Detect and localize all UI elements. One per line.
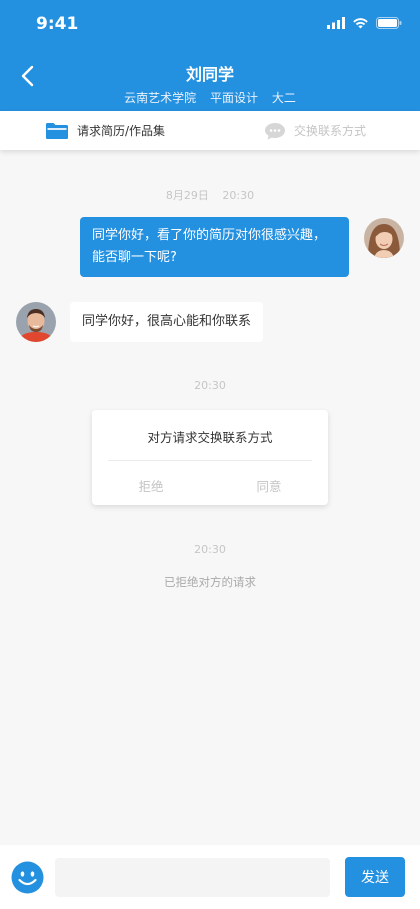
contact-major: 平面设计 <box>209 91 258 105</box>
avatar-man-icon <box>16 302 56 342</box>
chat-header: 9:41 刘同学 云南艺术学院 平面设计 大二 <box>0 0 420 111</box>
timestamp-date: 8月29日 <box>165 189 209 202</box>
system-notice: 已拒绝对方的请求 <box>164 575 256 589</box>
emoji-button[interactable] <box>11 861 44 894</box>
request-card-title: 对方请求交换联系方式 <box>147 430 273 445</box>
chat-bubble-icon <box>264 122 285 139</box>
send-button[interactable]: 发送 <box>345 857 405 897</box>
status-icons <box>327 17 402 29</box>
contact-name: 刘同学 <box>185 65 234 84</box>
contact-request-card: 对方请求交换联系方式 拒绝 同意 <box>92 410 328 505</box>
timestamp-time-3: 20:30 <box>194 543 226 556</box>
wifi-icon <box>353 18 368 29</box>
my-avatar[interactable] <box>364 218 404 258</box>
exchange-contact-label: 交换联系方式 <box>293 124 366 138</box>
contact-school: 云南艺术学院 <box>124 91 197 105</box>
card-divider <box>108 460 312 461</box>
timestamp-time: 20:30 <box>222 189 255 202</box>
message-input[interactable] <box>55 858 330 897</box>
reject-button[interactable]: 拒绝 <box>111 476 191 495</box>
exchange-contact-button[interactable]: 交换联系方式 <box>210 111 420 150</box>
folder-icon <box>45 122 68 139</box>
request-resume-button[interactable]: 请求简历/作品集 <box>0 111 210 150</box>
contact-info: 云南艺术学院 平面设计 大二 <box>0 89 420 106</box>
request-resume-label: 请求简历/作品集 <box>76 124 166 138</box>
composer-bar: 发送 <box>0 845 420 909</box>
contact-avatar[interactable] <box>16 302 56 342</box>
agree-button[interactable]: 同意 <box>229 476 309 495</box>
battery-icon <box>376 17 402 29</box>
timestamp-time-2: 20:30 <box>194 379 226 392</box>
smiley-icon <box>11 861 44 894</box>
received-message-bubble[interactable]: 同学你好，很高心能和你联系 <box>70 302 264 342</box>
sent-message-bubble[interactable]: 同学你好，看了你的简历对你很感兴趣，能否聊一下呢? <box>80 217 349 277</box>
action-bar: 请求简历/作品集 交换联系方式 <box>0 111 420 150</box>
avatar-woman-icon <box>364 218 404 258</box>
status-bar: 9:41 <box>0 0 420 48</box>
status-time: 9:41 <box>36 14 79 34</box>
signal-icon <box>327 17 345 29</box>
contact-grade: 大二 <box>271 91 296 105</box>
timestamp: 8月29日 20:30 <box>0 187 420 203</box>
